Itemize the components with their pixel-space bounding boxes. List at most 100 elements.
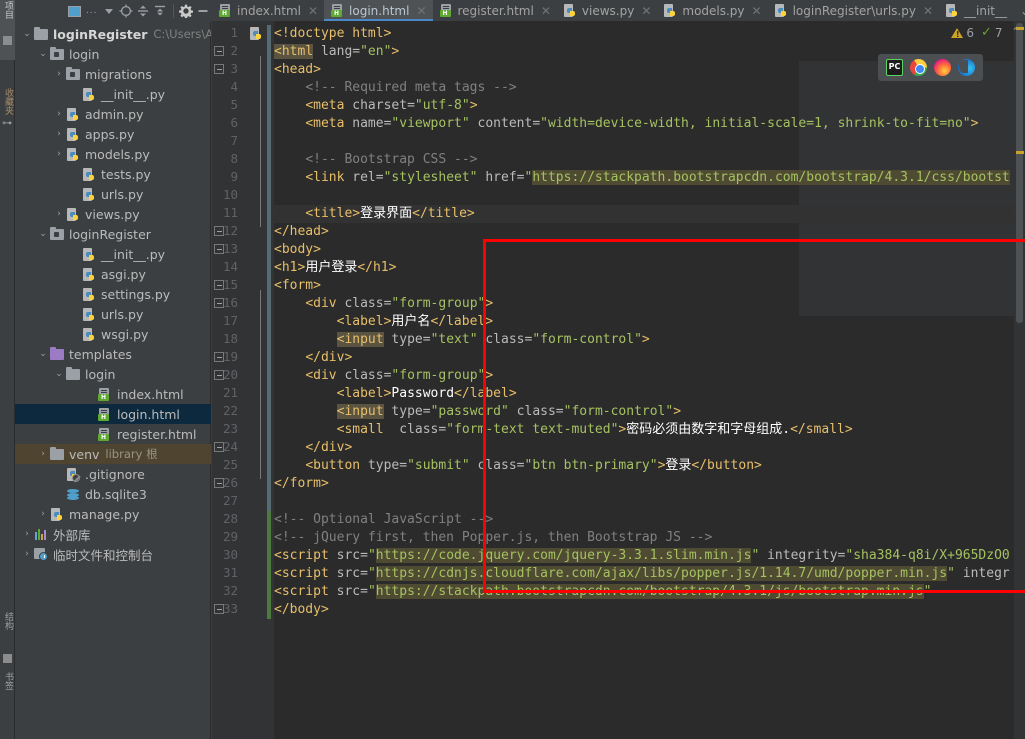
editor-tab[interactable]: loginRegister\urls.py ✕ bbox=[768, 0, 939, 21]
code-line[interactable]: <form> bbox=[274, 277, 321, 295]
code-line[interactable]: <script src="https://code.jquery.com/jqu… bbox=[274, 547, 1010, 565]
stripe-label-project[interactable]: 项目 bbox=[0, 1, 15, 19]
vcs-change-marker-added[interactable] bbox=[267, 511, 271, 619]
close-icon[interactable]: ✕ bbox=[923, 4, 933, 18]
tree-item[interactable]: __init__.py bbox=[15, 244, 211, 264]
tab-overflow-chevron-down-icon[interactable]: ⌄ bbox=[1013, 0, 1025, 21]
editor-gutter[interactable]: 1 2 3 4 5 6 7 8 9 10 11 12 13 14 15 16 17 18 19 20 21 22 23 24 2… bbox=[212, 21, 274, 739]
editor-tab[interactable]: Hindex.html ✕ bbox=[212, 0, 324, 21]
chevron-down-icon[interactable]: ⌄ bbox=[37, 44, 49, 64]
code-line[interactable]: <!-- Bootstrap CSS --> bbox=[274, 151, 477, 169]
tree-item[interactable]: ⌄ login bbox=[15, 44, 211, 64]
chevron-right-icon[interactable]: › bbox=[53, 144, 65, 164]
tree-item[interactable]: urls.py bbox=[15, 184, 211, 204]
chevron-right-icon[interactable]: › bbox=[53, 64, 65, 84]
close-icon[interactable]: ✕ bbox=[541, 4, 551, 18]
code-line[interactable]: <script src="https://stackpath.bootstrap… bbox=[274, 583, 931, 601]
scrollbar-thumb[interactable] bbox=[1016, 23, 1023, 323]
chevron-up-icon[interactable]: ˄ bbox=[1013, 26, 1019, 39]
tree-item[interactable]: __init__.py bbox=[15, 84, 211, 104]
tree-item[interactable]: › admin.py bbox=[15, 104, 211, 124]
chevron-right-icon[interactable]: › bbox=[21, 524, 33, 544]
code-line[interactable]: <!-- Optional JavaScript --> bbox=[274, 511, 493, 529]
code-line[interactable]: </head> bbox=[274, 223, 329, 241]
code-line[interactable]: </div> bbox=[274, 439, 352, 457]
editor-tab[interactable]: models.py ✕ bbox=[657, 0, 767, 21]
tree-item[interactable]: Hindex.html bbox=[15, 384, 211, 404]
code-line[interactable]: <div class="form-group"> bbox=[274, 295, 493, 313]
code-fold-toggle[interactable] bbox=[214, 244, 224, 254]
code-line[interactable]: <div class="form-group"> bbox=[274, 367, 493, 385]
tree-item[interactable]: wsgi.py bbox=[15, 324, 211, 344]
ellipsis-button[interactable]: ... bbox=[84, 2, 99, 20]
code-fold-toggle[interactable] bbox=[214, 478, 224, 488]
tree-item[interactable]: ⌄ login bbox=[15, 364, 211, 384]
chevron-right-icon[interactable]: › bbox=[37, 444, 49, 464]
pin-icon[interactable]: ⊶ bbox=[2, 118, 13, 129]
code-fold-toggle[interactable] bbox=[214, 298, 224, 308]
code-line[interactable]: <link rel="stylesheet" href="https://sta… bbox=[274, 169, 1010, 187]
minimize-icon[interactable] bbox=[196, 2, 211, 20]
chevron-down-icon[interactable] bbox=[101, 2, 116, 20]
close-icon[interactable]: ✕ bbox=[308, 4, 318, 18]
editor-tab[interactable]: __init__ bbox=[939, 0, 1013, 21]
code-line[interactable]: <input type="password" class="form-contr… bbox=[274, 403, 681, 421]
code-fold-toggle[interactable] bbox=[214, 226, 224, 236]
close-icon[interactable]: ✕ bbox=[752, 4, 762, 18]
editor-tab[interactable]: views.py ✕ bbox=[557, 0, 657, 21]
tree-item[interactable]: Hregister.html bbox=[15, 424, 211, 444]
code-line[interactable]: <title>登录界面</title> bbox=[274, 205, 474, 223]
tree-item[interactable]: db.sqlite3 bbox=[15, 484, 211, 504]
chevron-down-icon[interactable]: ⌄ bbox=[21, 24, 33, 44]
project-tree[interactable]: ⌄loginRegisterC:\Users\Ad⌄login›migratio… bbox=[15, 22, 211, 739]
chevron-down-icon[interactable]: ⌄ bbox=[37, 344, 49, 364]
panel-icon[interactable] bbox=[67, 2, 82, 20]
code-line[interactable]: <body> bbox=[274, 241, 321, 259]
chevron-right-icon[interactable]: › bbox=[21, 544, 33, 564]
tree-item[interactable]: › manage.py bbox=[15, 504, 211, 524]
firefox-icon[interactable] bbox=[934, 59, 951, 76]
pc-preview-icon[interactable]: PC bbox=[886, 59, 903, 76]
edge-icon[interactable] bbox=[958, 59, 975, 76]
stripe-label-favorites[interactable]: 收藏夹 bbox=[0, 88, 15, 115]
code-line[interactable]: <label>用户名</label> bbox=[274, 313, 493, 331]
tree-item[interactable]: ⌄ templates bbox=[15, 344, 211, 364]
close-icon[interactable]: ✕ bbox=[641, 4, 651, 18]
stripe-label-structure[interactable]: 结构 bbox=[0, 612, 15, 630]
expand-all-icon[interactable] bbox=[136, 2, 151, 20]
tree-item[interactable]: ⌄ loginRegister bbox=[15, 224, 211, 244]
tree-item[interactable]: .gitignore bbox=[15, 464, 211, 484]
code-line[interactable]: <html lang="en"> bbox=[274, 43, 399, 61]
code-fold-toggle[interactable] bbox=[214, 352, 224, 362]
code-line[interactable]: <head> bbox=[274, 61, 321, 79]
code-fold-toggle[interactable] bbox=[214, 280, 224, 290]
tree-item[interactable]: › venv library 根 bbox=[15, 444, 211, 464]
tree-item[interactable]: tests.py bbox=[15, 164, 211, 184]
code-line[interactable]: <h1>用户登录</h1> bbox=[274, 259, 396, 277]
code-line[interactable]: <small class="form-text text-muted">密码必须… bbox=[274, 421, 853, 439]
chevron-right-icon[interactable]: › bbox=[53, 124, 65, 144]
code-fold-toggle[interactable] bbox=[214, 442, 224, 452]
code-fold-toggle[interactable] bbox=[214, 64, 224, 74]
tree-item[interactable]: › 外部库 bbox=[15, 524, 211, 544]
tree-item[interactable]: › views.py bbox=[15, 204, 211, 224]
tree-item[interactable]: › migrations bbox=[15, 64, 211, 84]
chevron-down-icon[interactable]: ⌄ bbox=[37, 224, 49, 244]
code-line[interactable]: <meta name="viewport" content="width=dev… bbox=[274, 115, 978, 133]
editor-tab[interactable]: Hregister.html ✕ bbox=[433, 0, 557, 21]
tree-item[interactable]: Hlogin.html bbox=[15, 404, 211, 424]
tree-item[interactable]: asgi.py bbox=[15, 264, 211, 284]
code-content[interactable]: <!doctype html> <html lang="en"> <head> <!… bbox=[274, 21, 1025, 739]
browser-preview-popup[interactable]: PC bbox=[878, 54, 983, 81]
tree-item[interactable]: ⌄ loginRegister C:\Users\Ad bbox=[15, 24, 211, 44]
code-line[interactable]: <script src="https://cdnjs.cloudflare.co… bbox=[274, 565, 1010, 583]
stripe-label-bookmarks[interactable]: 书签 bbox=[0, 672, 15, 690]
error-stripe-warning[interactable] bbox=[1016, 151, 1024, 154]
code-fold-toggle[interactable] bbox=[214, 46, 224, 56]
code-line[interactable]: <label>Password</label> bbox=[274, 385, 517, 403]
code-line[interactable]: </form> bbox=[274, 475, 329, 493]
code-line[interactable]: <button type="submit" class="btn btn-pri… bbox=[274, 457, 762, 475]
inspection-widget[interactable]: 6 ✓ 7 ˄ bbox=[951, 25, 1018, 40]
close-icon[interactable]: ✕ bbox=[416, 4, 426, 18]
code-line[interactable]: <!-- jQuery first, then Popper.js, then … bbox=[274, 529, 712, 547]
